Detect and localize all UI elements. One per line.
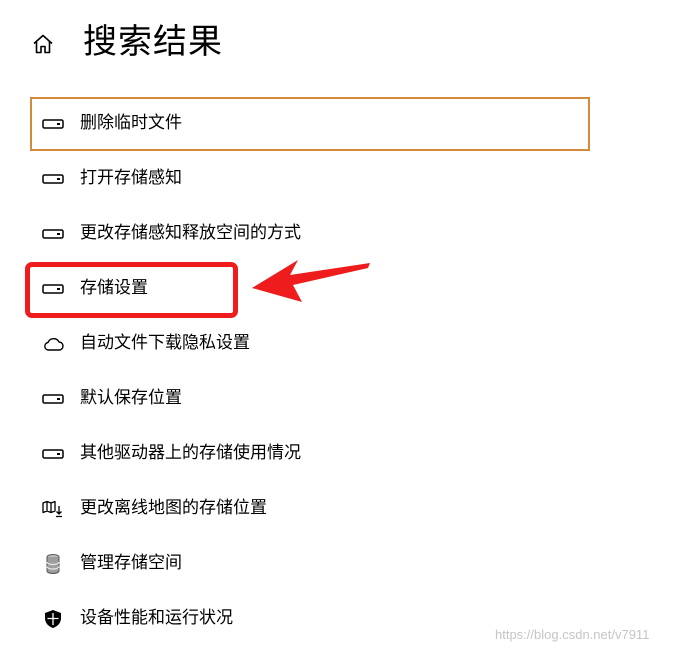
annotation-arrow [252,260,370,302]
result-label: 更改离线地图的存储位置 [80,498,267,518]
shield-icon [41,609,65,629]
cloud-icon [41,334,65,354]
drive-icon [41,389,65,409]
drive-icon [41,114,65,134]
map-download-icon [41,499,65,519]
result-change-storage-sense[interactable]: 更改存储感知释放空间的方式 [30,207,590,261]
drive-icon [41,169,65,189]
result-label: 管理存储空间 [80,553,182,573]
result-open-storage-sense[interactable]: 打开存储感知 [30,152,590,206]
result-label: 打开存储感知 [80,168,182,188]
result-label: 删除临时文件 [80,113,182,133]
result-delete-temp-files[interactable]: 删除临时文件 [30,97,590,151]
drive-icon [41,224,65,244]
result-other-drives-usage[interactable]: 其他驱动器上的存储使用情况 [30,427,590,481]
drive-icon [41,444,65,464]
home-icon[interactable] [31,32,55,56]
header: 搜索结果 [0,14,689,70]
result-label: 默认保存位置 [80,388,182,408]
result-label: 其他驱动器上的存储使用情况 [80,443,301,463]
result-offline-maps-location[interactable]: 更改离线地图的存储位置 [30,482,590,536]
page-title: 搜索结果 [83,22,223,62]
result-label: 自动文件下载隐私设置 [80,333,250,353]
result-manage-storage-spaces[interactable]: 管理存储空间 [30,537,590,591]
result-auto-download-privacy[interactable]: 自动文件下载隐私设置 [30,317,590,371]
result-label: 更改存储感知释放空间的方式 [80,223,301,243]
annotation-highlight-box [25,262,238,318]
result-default-save-location[interactable]: 默认保存位置 [30,372,590,426]
watermark: https://blog.csdn.net/v7911 [495,627,650,642]
result-label: 设备性能和运行状况 [80,608,233,628]
storage-pool-icon [41,554,65,574]
